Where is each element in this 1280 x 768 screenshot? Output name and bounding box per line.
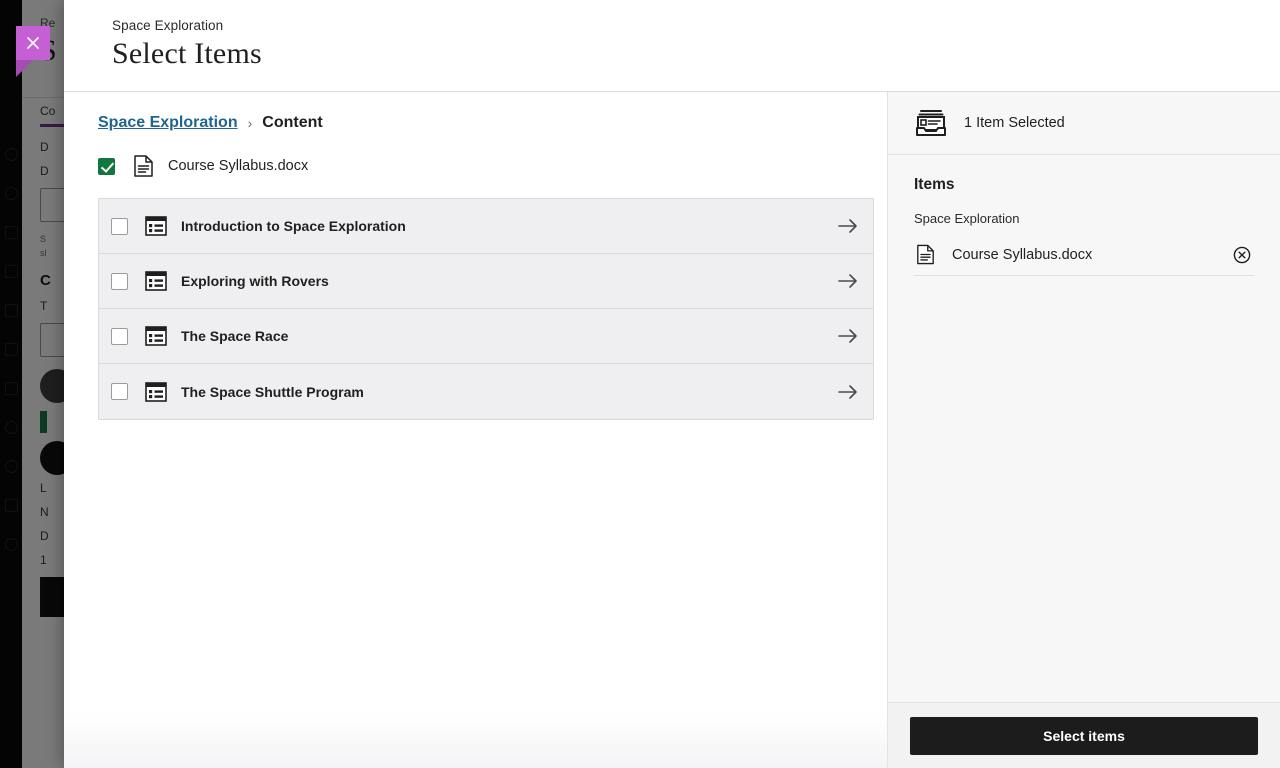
breadcrumb-link-space-exploration[interactable]: Space Exploration bbox=[98, 114, 238, 132]
table-row-label: Exploring with Rovers bbox=[181, 273, 329, 289]
selection-footer: Select items bbox=[888, 702, 1280, 768]
modal-header: Space Exploration Select Items bbox=[64, 0, 1280, 92]
arrow-right-icon[interactable] bbox=[837, 215, 859, 237]
table-row-label: The Space Race bbox=[181, 328, 288, 344]
table-row[interactable]: Introduction to Space Exploration bbox=[99, 199, 873, 254]
select-items-button[interactable]: Select items bbox=[910, 717, 1258, 755]
document-icon bbox=[132, 155, 154, 177]
checkbox-the-space-race[interactable] bbox=[111, 328, 128, 345]
document-icon bbox=[914, 244, 936, 266]
folder-list: Introduction to Space Exploration bbox=[98, 198, 874, 420]
select-items-modal: Space Exploration Select Items Space Exp… bbox=[64, 0, 1280, 768]
table-row-label: Introduction to Space Exploration bbox=[181, 218, 406, 234]
checkbox-course-syllabus[interactable] bbox=[98, 158, 115, 175]
inbox-tray-icon bbox=[914, 106, 948, 140]
breadcrumb: Space Exploration › Content bbox=[64, 92, 887, 132]
checkbox-exploring-with-rovers[interactable] bbox=[111, 273, 128, 290]
list-item-file[interactable]: Course Syllabus.docx bbox=[64, 146, 887, 186]
content-module-icon bbox=[145, 270, 167, 292]
content-module-icon bbox=[145, 325, 167, 347]
selection-pane: 1 Item Selected Items Space Exploration … bbox=[888, 92, 1280, 768]
table-row[interactable]: The Space Shuttle Program bbox=[99, 364, 873, 419]
chevron-right-icon: › bbox=[248, 115, 253, 131]
list-item-label: Course Syllabus.docx bbox=[168, 158, 308, 174]
checkbox-the-space-shuttle-program[interactable] bbox=[111, 383, 128, 400]
close-button[interactable] bbox=[16, 26, 50, 60]
content-browser-pane: Space Exploration › Content Course Sylla… bbox=[64, 92, 888, 768]
table-row[interactable]: Exploring with Rovers bbox=[99, 254, 873, 309]
list-item-label: Course Syllabus.docx bbox=[952, 247, 1092, 263]
checkbox-introduction-to-space-exploration[interactable] bbox=[111, 218, 128, 235]
list-item: Course Syllabus.docx bbox=[914, 234, 1254, 276]
close-icon bbox=[16, 26, 50, 60]
page-title: Select Items bbox=[112, 34, 262, 74]
modal-eyebrow: Space Exploration bbox=[112, 18, 262, 33]
arrow-right-icon[interactable] bbox=[837, 270, 859, 292]
content-module-icon bbox=[145, 215, 167, 237]
selection-group-name: Space Exploration bbox=[888, 194, 1280, 226]
selection-header: 1 Item Selected bbox=[888, 92, 1280, 155]
arrow-right-icon[interactable] bbox=[837, 325, 859, 347]
table-row[interactable]: The Space Race bbox=[99, 309, 873, 364]
arrow-right-icon[interactable] bbox=[837, 381, 859, 403]
content-module-icon bbox=[145, 381, 167, 403]
selection-section-title: Items bbox=[888, 155, 1280, 194]
breadcrumb-current-content: Content bbox=[262, 114, 322, 132]
modal-header-text: Space Exploration Select Items bbox=[112, 18, 262, 74]
remove-circle-icon[interactable] bbox=[1232, 245, 1252, 265]
screen: Re S Co D D S sl C T L N D 1 bbox=[0, 0, 1280, 768]
selection-count-label: 1 Item Selected bbox=[964, 115, 1065, 131]
table-row-label: The Space Shuttle Program bbox=[181, 384, 364, 400]
modal-body: Space Exploration › Content Course Sylla… bbox=[64, 92, 1280, 768]
